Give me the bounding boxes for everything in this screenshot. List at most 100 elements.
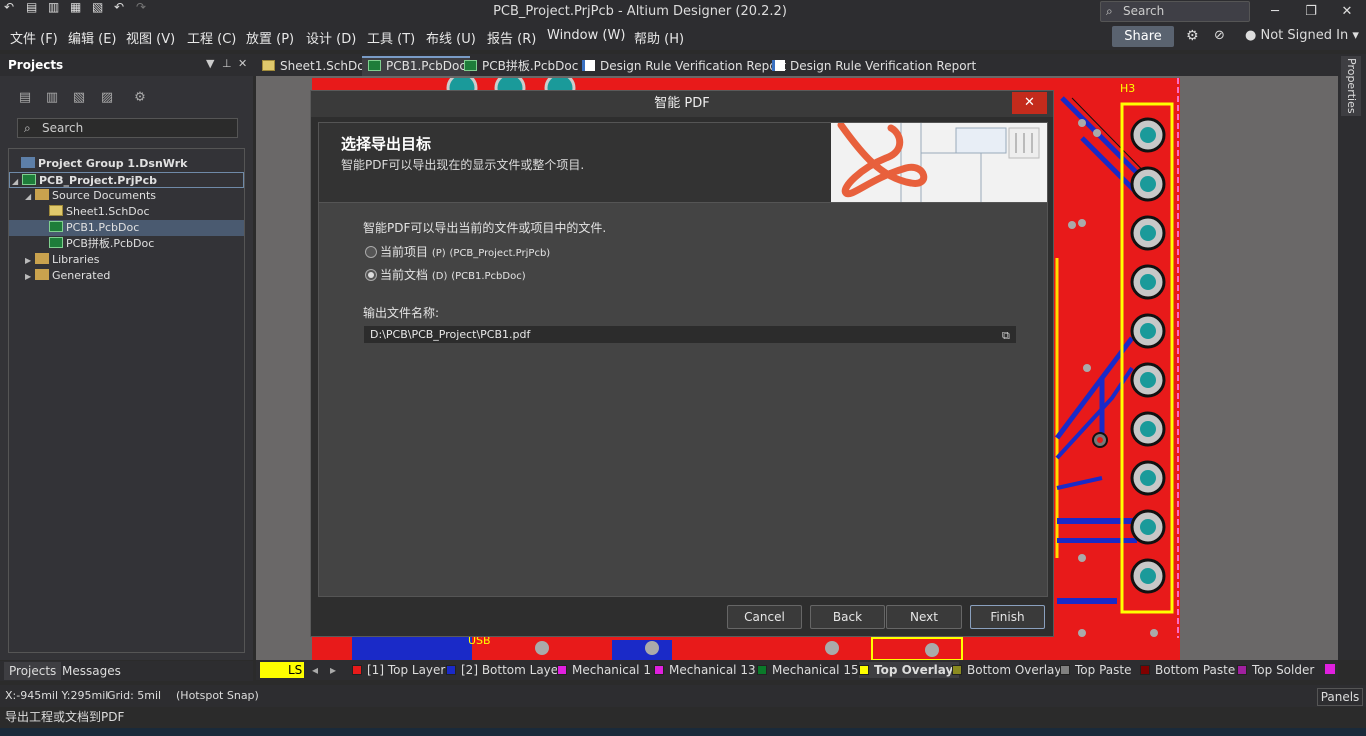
user-icon: ● — [1245, 28, 1261, 43]
open-icon[interactable]: ▦ — [70, 0, 81, 14]
status-message: 导出工程或文档到PDF — [0, 707, 1366, 728]
tree-item[interactable]: Project Group 1.DsnWrk — [9, 156, 244, 172]
layer-tab[interactable]: [2] Bottom Layer — [446, 662, 563, 678]
tree-item[interactable]: Sheet1.SchDoc — [9, 204, 244, 220]
dialog-close-button[interactable]: ✕ — [1012, 92, 1047, 114]
global-search-input[interactable]: ⌕ Search — [1100, 1, 1250, 22]
projects-search-input[interactable]: ⌕ Search — [17, 118, 238, 138]
minimize-button[interactable]: ─ — [1258, 2, 1292, 22]
save-icon[interactable]: ▤ — [26, 0, 37, 14]
pin-icon[interactable]: ⊥ — [222, 57, 232, 70]
radio-current-document[interactable] — [365, 269, 377, 281]
tree-item[interactable]: PCB1.PcbDoc — [9, 220, 244, 236]
expander-icon[interactable]: ◢ — [25, 189, 35, 205]
folder-icon — [35, 189, 49, 200]
layer-color-swatch — [1140, 665, 1150, 675]
menu-route[interactable]: 布线 (U) — [426, 28, 476, 47]
menu-reports[interactable]: 报告 (R) — [487, 28, 536, 47]
compile-icon[interactable]: ▥ — [44, 90, 60, 106]
close-window-button[interactable]: ✕ — [1330, 2, 1364, 22]
next-button[interactable]: Next — [886, 605, 962, 629]
menu-file[interactable]: 文件 (F) — [10, 28, 58, 47]
tree-item[interactable]: PCB拼板.PcbDoc — [9, 236, 244, 252]
tree-item-label: PCB拼板.PcbDoc — [66, 237, 155, 250]
panel-close-icon[interactable]: ✕ — [238, 57, 247, 70]
cancel-button[interactable]: Cancel — [727, 605, 802, 629]
tab-projects[interactable]: Projects — [4, 662, 62, 680]
browse-file-icon[interactable]: ⧉ — [1002, 327, 1010, 344]
share-button[interactable]: Share — [1112, 26, 1174, 47]
layer-color-swatch — [446, 665, 456, 675]
panel-menu-icon[interactable]: ▼ — [206, 57, 214, 70]
layer-set-ls[interactable]: LS — [260, 662, 304, 678]
layer-tab[interactable]: Mechanical 1 — [557, 662, 651, 678]
layer-color-swatch[interactable] — [1325, 664, 1335, 674]
menu-view[interactable]: 视图 (V) — [126, 28, 175, 47]
gear-icon[interactable]: ⚙ — [1186, 28, 1199, 44]
snap-readout: (Hotspot Snap) — [176, 689, 259, 702]
option-document-label[interactable]: 当前文档 (D) (PCB1.PcbDoc) — [380, 266, 526, 283]
menu-design[interactable]: 设计 (D) — [306, 28, 356, 47]
menu-place[interactable]: 放置 (P) — [246, 28, 294, 47]
layer-tab[interactable]: Bottom Overlay — [952, 662, 1061, 678]
expander-icon[interactable]: ▶ — [25, 269, 35, 285]
save-project-icon[interactable]: ▤ — [17, 90, 33, 106]
tab-drc-report-2[interactable]: Design Rule Verification Report — [766, 56, 980, 76]
tree-item[interactable]: ◢ Source Documents — [9, 188, 244, 204]
option-project-label[interactable]: 当前项目 (P) (PCB_Project.PrjPcb) — [380, 243, 550, 260]
layer-color-swatch — [352, 665, 362, 675]
menu-window[interactable]: Window (W) — [547, 28, 625, 43]
pad-hole — [1140, 372, 1156, 388]
user-account-button[interactable]: ● Not Signed In ▾ — [1245, 28, 1359, 43]
properties-tab[interactable]: Properties — [1341, 56, 1361, 116]
report-doc-icon — [582, 60, 595, 71]
menu-edit[interactable]: 编辑 (E) — [68, 28, 117, 47]
offline-icon[interactable]: ⊘ — [1214, 28, 1225, 43]
layer-tab[interactable]: Top Paste — [1060, 662, 1131, 678]
tab-sheet1-schdoc[interactable]: Sheet1.SchDoc — [256, 56, 375, 76]
schematic-doc-icon — [262, 60, 275, 71]
tab-messages[interactable]: Messages — [57, 662, 126, 680]
open-project-icon[interactable]: ▧ — [92, 0, 103, 14]
menu-project[interactable]: 工程 (C) — [187, 28, 236, 47]
radio-current-project[interactable] — [365, 246, 377, 258]
layer-tab[interactable]: Top Overlay — [859, 662, 960, 678]
panels-button[interactable]: Panels — [1317, 688, 1363, 706]
pad-hole — [1140, 225, 1156, 241]
folder-open-icon[interactable]: ▧ — [71, 90, 87, 106]
layer-scroll-right[interactable]: ▸ — [330, 662, 336, 678]
undo-icon[interactable]: ↶ — [114, 0, 124, 14]
layer-tab-label: Bottom Paste — [1155, 663, 1236, 677]
layer-tab-label: Top Solder — [1252, 663, 1315, 677]
layer-tab[interactable]: Top Solder — [1237, 662, 1314, 678]
finish-button[interactable]: Finish — [970, 605, 1045, 629]
back-button[interactable]: Back — [810, 605, 885, 629]
layer-color-swatch — [1060, 665, 1070, 675]
tree-item[interactable]: ▶ Generated — [9, 268, 244, 284]
menu-help[interactable]: 帮助 (H) — [634, 28, 684, 47]
tree-item[interactable]: ◢ PCB_Project.PrjPcb — [9, 172, 244, 188]
save-all-icon[interactable]: ▥ — [48, 0, 59, 14]
layer-tab-label: Mechanical 1 — [572, 663, 651, 677]
tree-item-label: Project Group 1.DsnWrk — [38, 157, 188, 170]
pad-hole — [1140, 323, 1156, 339]
panel-gear-icon[interactable]: ⚙ — [132, 90, 148, 106]
tree-item[interactable]: ▶ Libraries — [9, 252, 244, 268]
layer-tab[interactable]: Bottom Paste — [1140, 662, 1235, 678]
project-tree-rows: Project Group 1.DsnWrk ◢ PCB_Project.PrjPc… — [9, 156, 244, 284]
tab-pcb-panel-pcbdoc[interactable]: PCB拼板.PcbDoc — [458, 56, 582, 76]
expander-icon[interactable]: ▶ — [25, 253, 35, 269]
output-filename-field[interactable]: D:\PCB\PCB_Project\PCB1.pdf ⧉ — [363, 325, 1017, 344]
redo-icon[interactable]: ↷ — [136, 0, 146, 14]
tab-pcb1-pcbdoc[interactable]: PCB1.PcbDoc — [362, 56, 470, 76]
layer-tab[interactable]: Mechanical 15 — [757, 662, 859, 678]
restore-button[interactable]: ❐ — [1294, 2, 1328, 22]
expander-icon[interactable]: ◢ — [12, 174, 22, 190]
search-icon: ⌕ — [1106, 4, 1113, 18]
layer-scroll-left[interactable]: ◂ — [312, 662, 318, 678]
layer-tab[interactable]: [1] Top Layer — [352, 662, 445, 678]
menu-tools[interactable]: 工具 (T) — [367, 28, 415, 47]
folder-refresh-icon[interactable]: ▨ — [99, 90, 115, 106]
layer-tab[interactable]: Mechanical 13 — [654, 662, 756, 678]
tab-drc-report-1[interactable]: Design Rule Verification Report — [576, 56, 790, 76]
